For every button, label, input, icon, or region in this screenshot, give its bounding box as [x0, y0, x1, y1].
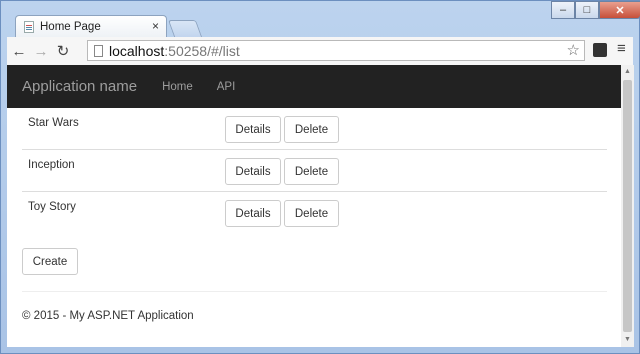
tab-title: Home Page [40, 20, 101, 33]
scroll-thumb[interactable] [623, 80, 632, 332]
browser-menu-icon[interactable]: ≡ [617, 40, 626, 57]
scroll-down-arrow-icon[interactable]: ▼ [621, 333, 634, 347]
back-button[interactable]: ← [9, 43, 29, 60]
brand-link[interactable]: Application name [22, 78, 137, 95]
delete-button[interactable]: Delete [284, 158, 339, 185]
details-button[interactable]: Details [225, 116, 281, 143]
footer-text: © 2015 - My ASP.NET Application [22, 310, 194, 322]
details-button[interactable]: Details [225, 158, 281, 185]
page-favicon-icon [24, 20, 34, 33]
title-bar: Home Page × – □ ✕ [1, 1, 640, 37]
list-item: Inception Details Delete [22, 150, 607, 192]
nav-link-api[interactable]: API [217, 81, 236, 93]
site-navbar: Application name Home API [7, 65, 621, 108]
vertical-scrollbar[interactable]: ▲ ▼ [621, 65, 634, 347]
delete-button[interactable]: Delete [284, 200, 339, 227]
browser-tab[interactable]: Home Page × [15, 15, 167, 37]
close-window-button[interactable]: ✕ [599, 1, 640, 19]
url-host: localhost [109, 42, 165, 59]
movie-list: Star Wars Details Delete Inception Detai… [22, 108, 607, 233]
list-item: Toy Story Details Delete [22, 192, 607, 233]
tab-close-icon[interactable]: × [152, 19, 159, 33]
browser-window: Home Page × – □ ✕ ← → ↻ localhost :50258… [0, 0, 640, 354]
scroll-up-arrow-icon[interactable]: ▲ [621, 65, 634, 79]
maximize-button[interactable]: □ [575, 1, 599, 19]
extension-icon[interactable] [593, 43, 607, 57]
nav-link-home[interactable]: Home [162, 81, 193, 93]
page-info-icon[interactable] [94, 44, 103, 57]
browser-toolbar: ← → ↻ localhost :50258/#/list ☆ ≡ [7, 37, 633, 65]
address-bar[interactable]: localhost :50258/#/list ☆ [87, 40, 585, 61]
delete-button[interactable]: Delete [284, 116, 339, 143]
forward-button[interactable]: → [31, 43, 51, 60]
movie-title: Inception [28, 159, 75, 171]
details-button[interactable]: Details [225, 200, 281, 227]
window-controls: – □ ✕ [551, 1, 640, 19]
page-viewport: Application name Home API Star Wars Deta… [7, 65, 621, 347]
url-path: :50258/#/list [164, 42, 240, 59]
movie-title: Star Wars [28, 117, 79, 129]
user-profile-button[interactable] [529, 1, 551, 19]
minimize-button[interactable]: – [551, 1, 575, 19]
bookmark-star-icon[interactable]: ☆ [567, 41, 580, 59]
movie-title: Toy Story [28, 201, 76, 213]
new-tab-button[interactable] [167, 20, 203, 37]
list-item: Star Wars Details Delete [22, 108, 607, 150]
divider [22, 291, 607, 292]
create-button[interactable]: Create [22, 248, 78, 275]
reload-button[interactable]: ↻ [53, 42, 73, 60]
